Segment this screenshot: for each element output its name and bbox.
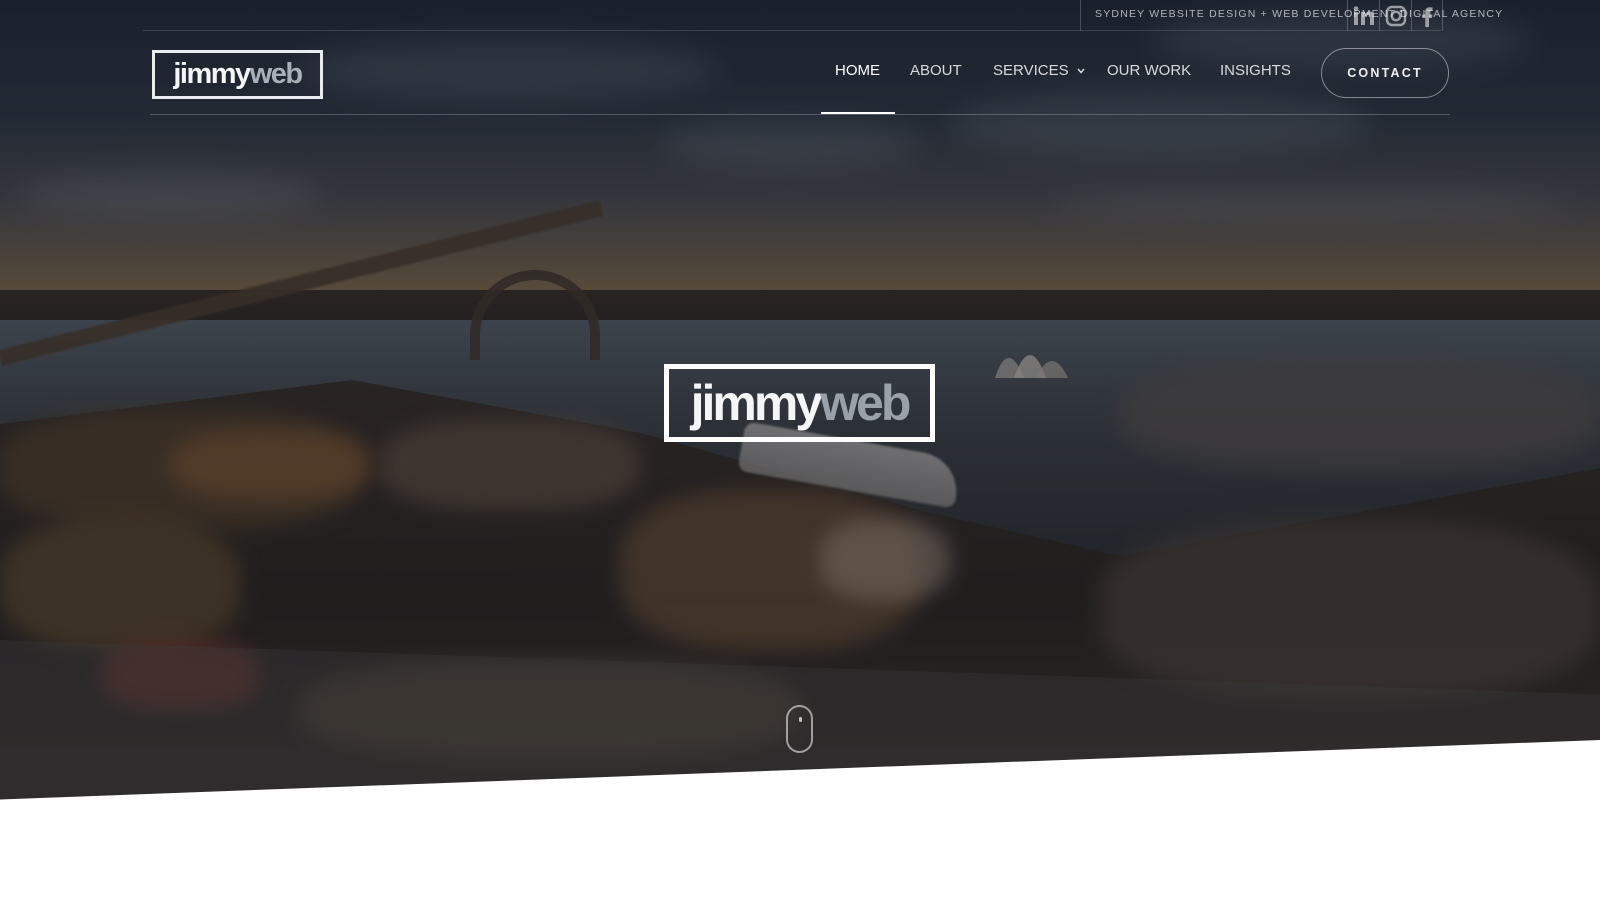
linkedin-link[interactable] bbox=[1347, 0, 1379, 31]
nav-item-services-label: SERVICES bbox=[993, 62, 1069, 79]
nav-item-home[interactable]: HOME bbox=[835, 56, 880, 86]
nav-item-insights[interactable]: INSIGHTS bbox=[1220, 56, 1291, 86]
nav-item-services[interactable]: SERVICES bbox=[993, 56, 1085, 86]
facebook-icon bbox=[1422, 6, 1433, 27]
contact-button[interactable]: CONTACT bbox=[1321, 48, 1449, 98]
facebook-link[interactable] bbox=[1411, 0, 1443, 31]
hero-logo-text-primary: jimmy bbox=[690, 375, 824, 431]
chevron-down-icon bbox=[1077, 68, 1085, 74]
header-logo[interactable]: jimmyweb bbox=[152, 50, 323, 99]
hero-logo: jimmyweb bbox=[664, 364, 935, 442]
instagram-icon bbox=[1385, 5, 1406, 26]
instagram-link[interactable] bbox=[1379, 0, 1411, 31]
nav-item-our-work[interactable]: OUR WORK bbox=[1107, 56, 1191, 86]
linkedin-icon bbox=[1353, 5, 1374, 25]
top-bar: SYDNEY WEBSITE DESIGN + WEB DEVELOPMENT … bbox=[143, 0, 1502, 31]
hero-logo-text-secondary: web bbox=[820, 375, 911, 431]
logo-text-primary: jimmy bbox=[173, 58, 251, 90]
nav-item-about[interactable]: ABOUT bbox=[910, 56, 962, 86]
logo-text-secondary: web bbox=[249, 58, 303, 90]
scroll-down-mouse-icon[interactable] bbox=[786, 705, 813, 753]
header-divider bbox=[150, 114, 1450, 115]
mouse-wheel-dot bbox=[798, 717, 802, 722]
